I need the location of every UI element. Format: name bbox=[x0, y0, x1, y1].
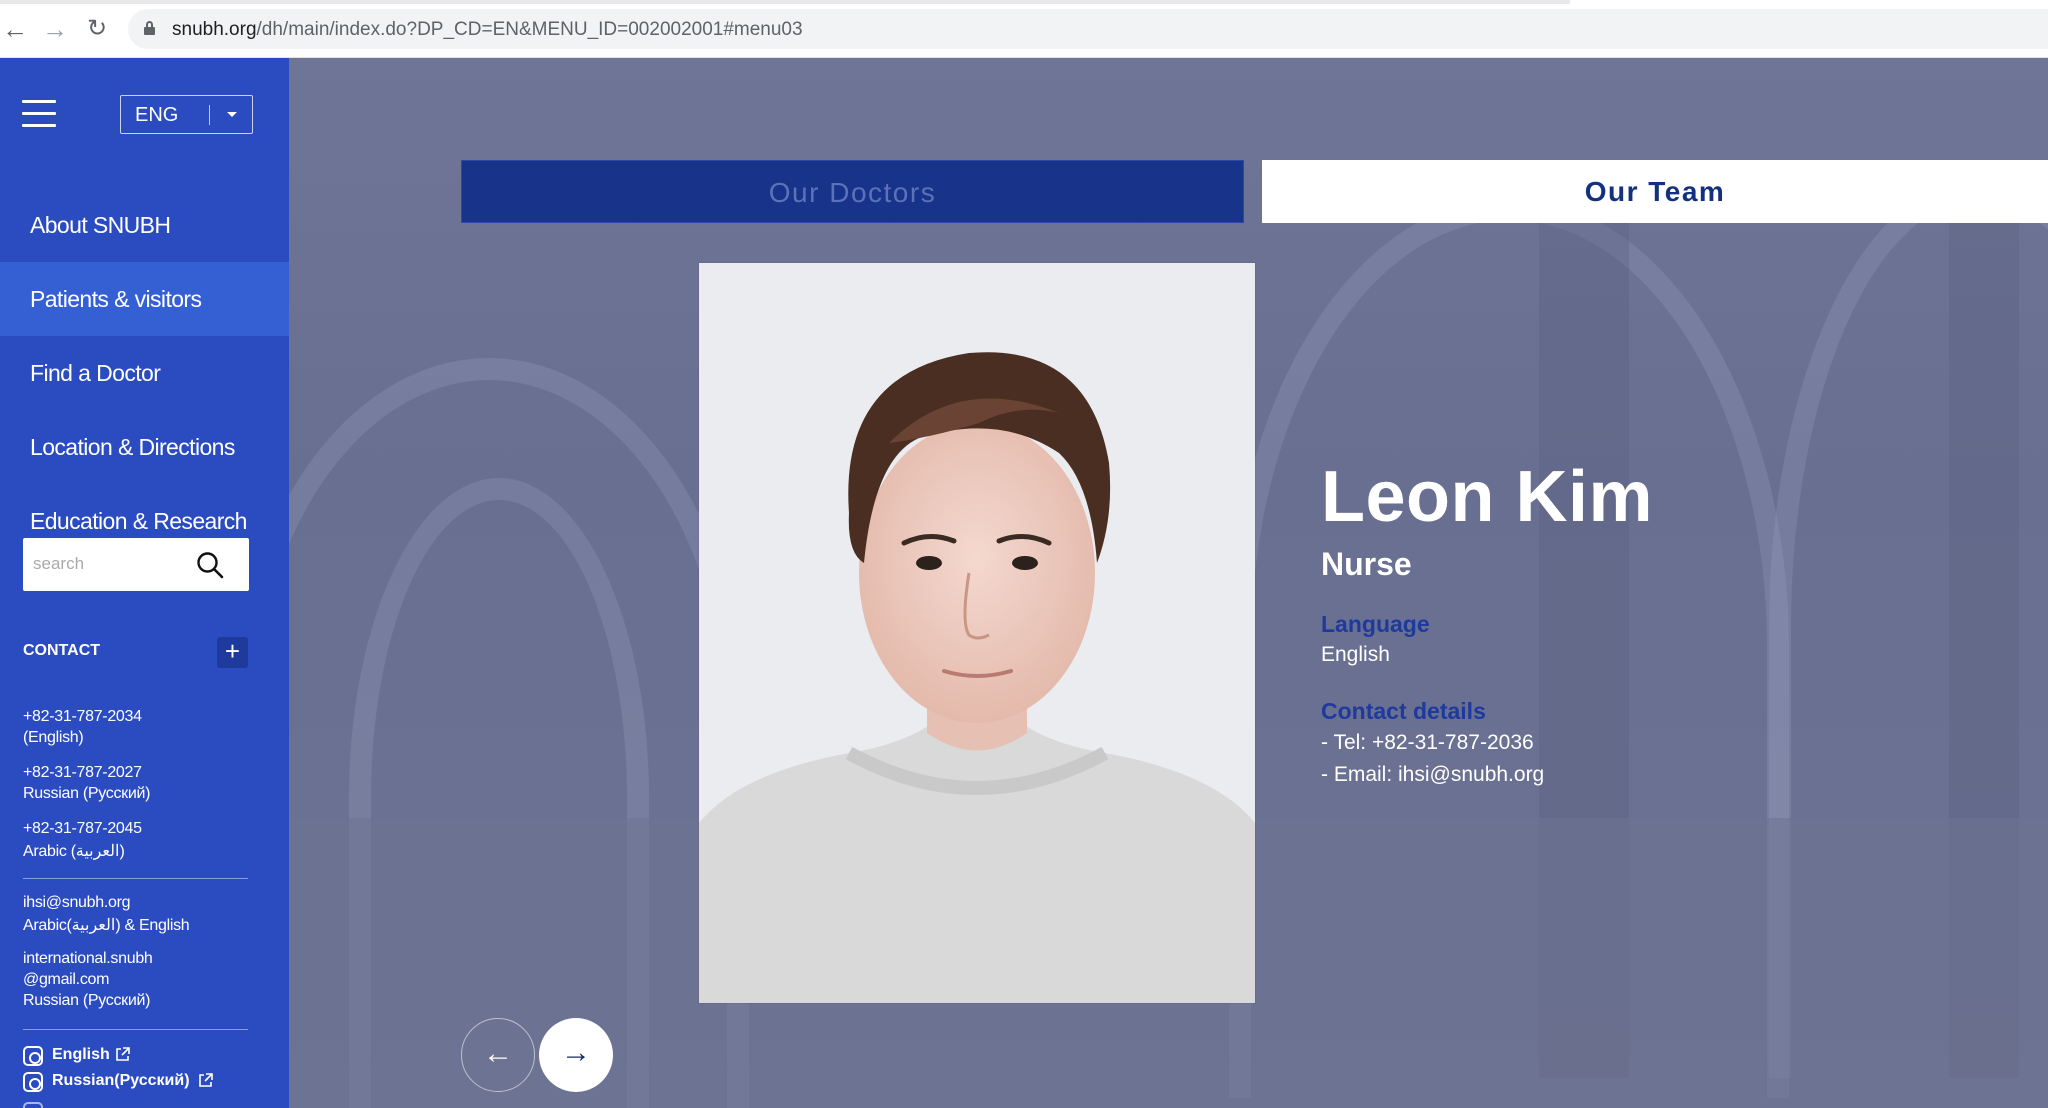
tab-strip-edge bbox=[0, 0, 1570, 4]
url-domain: snubh.org bbox=[172, 19, 257, 40]
search-icon[interactable] bbox=[195, 550, 225, 580]
sidebar-item-about[interactable]: About SNUBH bbox=[0, 188, 289, 262]
language-select[interactable]: ENG bbox=[120, 95, 253, 134]
social-label: English bbox=[52, 1046, 110, 1063]
main-content: Our Doctors Our Team Leon Kim Nurse Lang… bbox=[289, 58, 2048, 1108]
plus-icon[interactable]: + bbox=[217, 637, 248, 668]
contact-phone-language: (English) bbox=[23, 729, 84, 746]
external-link-icon bbox=[199, 1073, 213, 1087]
sidebar-item-label: Education & Research bbox=[30, 508, 247, 534]
instagram-icon bbox=[23, 1102, 43, 1108]
sidebar-item-find-doctor[interactable]: Find a Doctor bbox=[0, 336, 289, 410]
language-value: English bbox=[1321, 643, 1390, 666]
contact-email-language: Arabic(العربية) & English bbox=[23, 917, 190, 934]
tab-our-team[interactable]: Our Team bbox=[1262, 160, 2048, 223]
contact-phone: +82-31-787-2027 bbox=[23, 764, 142, 781]
contact-email: international.snubh bbox=[23, 950, 153, 967]
back-arrow-icon[interactable]: ← bbox=[0, 14, 30, 44]
language-label: Language bbox=[1321, 611, 1430, 637]
chevron-down-icon bbox=[227, 112, 237, 117]
sidebar-item-patients-visitors[interactable]: Patients & visitors bbox=[0, 262, 289, 336]
browser-toolbar: ← → ↻ snubh.org/dh/main/index.do?DP_CD=E… bbox=[0, 0, 2048, 58]
sidebar-item-label: About SNUBH bbox=[30, 212, 171, 238]
staff-tel: - Tel: +82-31-787-2036 bbox=[1321, 731, 1534, 754]
search-box bbox=[23, 538, 249, 591]
hamburger-menu-icon[interactable] bbox=[22, 100, 56, 130]
contact-phone: +82-31-787-2045 bbox=[23, 820, 142, 837]
contact-phone-language: Arabic (العربية) bbox=[23, 843, 125, 860]
instagram-link-arabic[interactable] bbox=[23, 1100, 253, 1108]
contact-title: CONTACT bbox=[23, 642, 101, 659]
contact-phone-language: Russian (Русский) bbox=[23, 785, 151, 802]
contact-email: @gmail.com bbox=[23, 971, 110, 988]
staff-role: Nurse bbox=[1321, 546, 1412, 582]
divider bbox=[23, 1029, 248, 1030]
address-bar[interactable]: snubh.org/dh/main/index.do?DP_CD=EN&MENU… bbox=[128, 9, 2048, 49]
social-label: Russian(Русский) bbox=[52, 1072, 190, 1089]
instagram-link-russian[interactable]: Russian(Русский) bbox=[23, 1070, 253, 1092]
divider bbox=[23, 878, 248, 879]
external-link-icon bbox=[116, 1047, 130, 1061]
contact-email: ihsi@snubh.org bbox=[23, 894, 131, 911]
next-arrow-button[interactable]: → bbox=[539, 1018, 613, 1092]
url-path: /dh/main/index.do?DP_CD=EN&MENU_ID=00200… bbox=[256, 19, 803, 40]
reload-icon[interactable]: ↻ bbox=[82, 14, 112, 44]
search-input[interactable] bbox=[33, 550, 193, 578]
select-divider bbox=[209, 105, 210, 125]
sidebar: ENG About SNUBH Patients & visitors Find… bbox=[0, 58, 289, 1108]
staff-email: - Email: ihsi@snubh.org bbox=[1321, 763, 1545, 786]
contact-details-label: Contact details bbox=[1321, 698, 1486, 724]
prev-arrow-button[interactable]: ← bbox=[461, 1018, 535, 1092]
sidebar-item-label: Patients & visitors bbox=[30, 286, 202, 312]
staff-photo bbox=[699, 263, 1255, 1003]
tab-our-doctors[interactable]: Our Doctors bbox=[461, 160, 1244, 223]
language-value: ENG bbox=[135, 104, 179, 126]
staff-name: Leon Kim bbox=[1321, 457, 1654, 537]
staff-portrait-illustration bbox=[699, 263, 1255, 1003]
sidebar-item-location[interactable]: Location & Directions bbox=[0, 410, 289, 484]
url-text: snubh.org/dh/main/index.do?DP_CD=EN&MENU… bbox=[172, 19, 803, 41]
sidebar-item-label: Location & Directions bbox=[30, 434, 235, 460]
forward-arrow-icon[interactable]: → bbox=[40, 14, 70, 44]
sidebar-item-label: Find a Doctor bbox=[30, 360, 161, 386]
contact-phone: +82-31-787-2034 bbox=[23, 708, 142, 725]
lock-icon bbox=[144, 21, 155, 35]
instagram-link-english[interactable]: English bbox=[23, 1044, 253, 1066]
instagram-icon bbox=[23, 1046, 43, 1066]
instagram-icon bbox=[23, 1072, 43, 1092]
contact-email-language: Russian (Русский) bbox=[23, 992, 151, 1009]
